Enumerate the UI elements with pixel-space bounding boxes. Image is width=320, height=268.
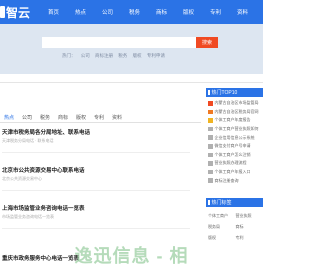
divider-line: [2, 152, 190, 153]
search-banner: 搜索 热门： 公司 商标注册 税务 版权 专利申请: [0, 24, 263, 74]
hot-keyword-link[interactable]: 商标注册: [95, 53, 113, 58]
top10-header: 热门TOP10: [206, 88, 263, 97]
hot-keyword-link[interactable]: 公司: [81, 53, 90, 58]
rank-item[interactable]: 个体工商户年度报告: [208, 116, 263, 125]
list-item[interactable]: 北京市公共资源交易中心联系电话 北京公共资源交易中心: [2, 166, 192, 191]
tag-links: 个体工商户 营业执照 税务局 商标 版权 专利: [206, 207, 263, 241]
rank-number-icon: [208, 101, 213, 106]
rank-title[interactable]: 微信支付商户号申请: [215, 143, 251, 149]
tab-tax[interactable]: 税务: [36, 114, 54, 121]
top-navbar: 智云 首页 热点 公司 税务 商标 版权 专利 资料: [0, 0, 263, 24]
nav-item-hot[interactable]: 热点: [67, 8, 94, 16]
hot-keyword-link[interactable]: 专利申请: [147, 53, 165, 58]
sidebar: 热门TOP10 内蒙古自治区市场监管局 内蒙古自治区税务局官网 个体工商户年度报…: [206, 88, 263, 241]
hot-keyword-link[interactable]: 税务: [118, 53, 127, 58]
tag-link[interactable]: 版权: [208, 235, 236, 241]
tag-link[interactable]: 税务局: [208, 224, 236, 230]
nav-item-home[interactable]: 首页: [40, 8, 67, 16]
rank-item[interactable]: 个体工商户怎么注销: [208, 151, 263, 160]
hot-keyword-link[interactable]: 版权: [133, 53, 142, 58]
logo-mark-icon: [0, 6, 5, 18]
rank-item[interactable]: 企业信用信息公示系统: [208, 133, 263, 142]
rank-number-icon: [208, 118, 213, 123]
tab-copyright[interactable]: 版权: [72, 114, 90, 121]
rank-title[interactable]: 企业信用信息公示系统: [215, 135, 255, 141]
top10-title: 热门TOP10: [211, 90, 238, 96]
hot-keywords: 热门： 公司 商标注册 税务 版权 专利申请: [62, 53, 169, 59]
tag-link[interactable]: 营业执照: [236, 213, 264, 219]
rank-title[interactable]: 个体工商户年度报告: [215, 117, 251, 123]
article-title[interactable]: 天津市税务局各分局地址、联系电话: [2, 128, 192, 136]
nav-item-patent[interactable]: 专利: [202, 8, 229, 16]
header-bar-icon: [208, 90, 210, 95]
rank-number-icon: [208, 135, 213, 140]
rank-item[interactable]: 个体工商户年报入口: [208, 168, 263, 177]
nav-item-tax[interactable]: 税务: [121, 8, 148, 16]
rank-item[interactable]: 营业执照办理流程: [208, 159, 263, 168]
tab-patent[interactable]: 专利: [90, 114, 108, 121]
article-meta: 天津税务分局电话 · 联系电话: [2, 138, 54, 143]
hot-keywords-label: 热门：: [62, 53, 76, 58]
tags-title: 热门标签: [211, 199, 232, 206]
rank-title[interactable]: 个体工商户年报入口: [215, 169, 251, 175]
tab-hot[interactable]: 热点: [0, 114, 18, 121]
rank-number-icon: [208, 161, 213, 166]
divider-line: [2, 228, 190, 229]
rank-number-icon: [208, 126, 213, 132]
article-title[interactable]: 上海市场监管业务咨询电话一览表: [2, 204, 192, 212]
logo-text: 智云: [6, 5, 31, 20]
rank-item[interactable]: 商标注册查询: [208, 176, 263, 185]
search-input[interactable]: [42, 37, 196, 48]
nav-item-trademark[interactable]: 商标: [148, 8, 175, 16]
tag-link[interactable]: 专利: [236, 235, 264, 241]
tag-link[interactable]: 个体工商户: [208, 213, 236, 219]
rank-number-icon: [208, 152, 213, 158]
nav-item-company[interactable]: 公司: [94, 8, 121, 16]
tag-link[interactable]: 商标: [236, 224, 264, 230]
rank-number-icon: [208, 169, 213, 175]
article-meta: 北京公共资源交易中心: [2, 176, 42, 181]
nav-item-copyright[interactable]: 版权: [175, 8, 202, 16]
list-item[interactable]: 天津市税务局各分局地址、联系电话 天津税务分局电话 · 联系电话: [2, 128, 192, 153]
rank-item[interactable]: 内蒙古自治区市场监管局: [208, 99, 263, 108]
main-nav: 首页 热点 公司 税务 商标 版权 专利 资料: [40, 0, 256, 24]
tags-header: 热门标签: [206, 197, 263, 207]
rank-number-icon: [208, 144, 213, 149]
rank-number-icon: [208, 109, 213, 115]
rank-title[interactable]: 内蒙古自治区税务局官网: [215, 109, 259, 115]
rank-number-icon: [208, 178, 213, 183]
list-item[interactable]: 上海市场监管业务咨询电话一览表 市场监管业务咨询电话一览表: [2, 204, 192, 229]
search-button[interactable]: 搜索: [196, 37, 218, 48]
tab-trademark[interactable]: 商标: [54, 114, 72, 121]
tab-resources[interactable]: 资料: [108, 114, 126, 121]
divider-line: [2, 190, 190, 191]
rank-title[interactable]: 商标注册查询: [215, 178, 239, 184]
article-meta: 市场监管业务咨询电话一览表: [2, 214, 54, 219]
tab-company[interactable]: 公司: [18, 114, 36, 121]
rank-item[interactable]: 微信支付商户号申请: [208, 142, 263, 151]
rank-title[interactable]: 营业执照办理流程: [215, 160, 247, 166]
rank-item[interactable]: 个体工商户营业执照如何: [208, 125, 263, 134]
category-tabs: 热点 公司 税务 商标 版权 专利 资料: [0, 112, 201, 123]
site-logo[interactable]: 智云: [0, 3, 30, 21]
section-divider: [0, 82, 263, 83]
rank-title[interactable]: 内蒙古自治区市场监管局: [215, 100, 259, 106]
rank-title[interactable]: 个体工商户怎么注销: [215, 152, 251, 158]
article-title[interactable]: 北京市公共资源交易中心联系电话: [2, 166, 192, 174]
rank-title[interactable]: 个体工商户营业执照如何: [215, 126, 259, 132]
header-bar-icon: [208, 199, 210, 205]
nav-item-resources[interactable]: 资料: [229, 8, 256, 16]
watermark-text: 逸迅信息 - 相: [74, 246, 189, 266]
top10-list: 内蒙古自治区市场监管局 内蒙古自治区税务局官网 个体工商户年度报告 个体工商户营…: [206, 97, 263, 185]
rank-item[interactable]: 内蒙古自治区税务局官网: [208, 108, 263, 117]
